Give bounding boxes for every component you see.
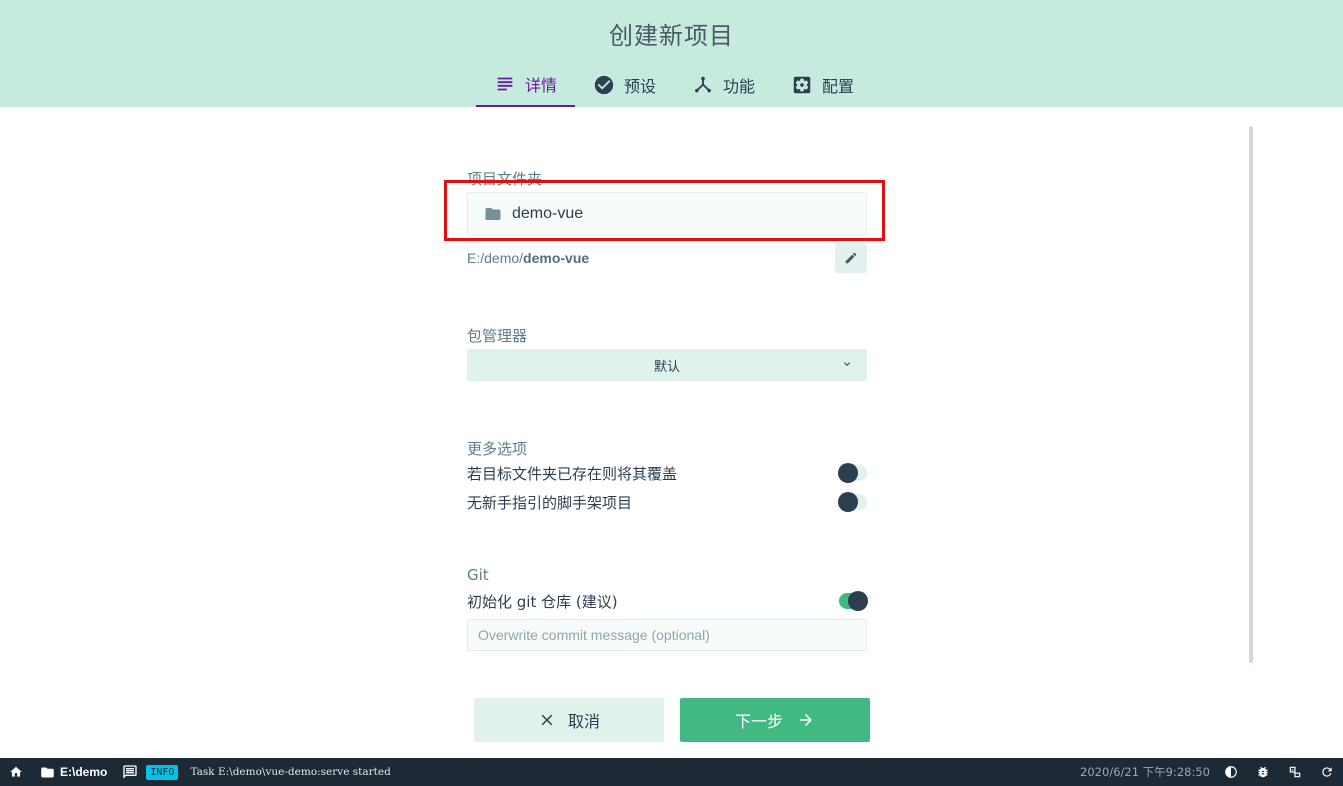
more-options-label: 更多选项 <box>467 440 528 458</box>
next-button[interactable]: 下一步 <box>680 698 870 742</box>
toggle-knob <box>838 492 858 512</box>
status-folder-path: E:\demo <box>60 765 108 779</box>
header: 创建新项目 详情 预设 功能 配置 <box>0 0 1343 107</box>
log-level-badge: INFO <box>146 764 179 780</box>
folder-field[interactable] <box>467 192 867 236</box>
tab-details-label: 详情 <box>525 75 558 95</box>
call-split-icon <box>695 76 712 92</box>
git-init-toggle[interactable] <box>839 591 868 611</box>
tab-presets-label: 预设 <box>624 76 657 96</box>
folder-path-prefix: E:/demo/ <box>467 250 524 266</box>
pencil-icon <box>845 252 857 264</box>
git-section-label: Git <box>467 566 489 584</box>
close-icon <box>541 714 553 726</box>
tab-presets[interactable]: 预设 <box>575 62 674 107</box>
folder-name-input[interactable] <box>512 205 852 223</box>
folder-path-name: demo-vue <box>523 250 590 266</box>
folder-icon <box>41 767 54 777</box>
option-no-guide-row: 无新手指引的脚手架项目 <box>467 490 867 514</box>
cancel-button[interactable]: 取消 <box>474 698 664 742</box>
toggle-knob <box>838 463 858 483</box>
arrow-forward-icon <box>800 714 812 726</box>
status-message[interactable]: Task E:\demo\vue-demo:serve started <box>190 766 390 778</box>
tab-features[interactable]: 功能 <box>674 62 773 107</box>
folder-path: E:/demo/demo-vue <box>467 250 589 266</box>
check-circle-icon <box>594 75 614 94</box>
git-init-label: 初始化 git 仓库 (建议) <box>467 592 618 611</box>
tab-features-label: 功能 <box>723 76 756 96</box>
folder-icon <box>485 208 501 220</box>
tab-config[interactable]: 配置 <box>773 62 872 107</box>
chevron-down-icon <box>844 362 850 366</box>
scrollbar[interactable] <box>1249 126 1253 663</box>
tab-bar: 详情 预设 功能 配置 <box>476 62 872 107</box>
next-button-label: 下一步 <box>734 712 783 731</box>
page-title: 创建新项目 <box>609 22 734 50</box>
status-folder-button[interactable]: E:\demo <box>40 765 107 780</box>
commit-message-input[interactable] <box>467 619 867 651</box>
option-no-guide-toggle[interactable] <box>838 492 867 512</box>
home-icon[interactable] <box>9 765 23 779</box>
status-datetime: 2020/6/21 下午9:28:50 <box>1080 765 1210 779</box>
option-no-guide-label: 无新手指引的脚手架项目 <box>467 493 633 512</box>
translate-icon[interactable] <box>1288 765 1302 779</box>
log-icon[interactable] <box>122 764 138 780</box>
status-right: 2020/6/21 下午9:28:50 <box>1080 758 1343 786</box>
edit-path-button[interactable] <box>835 243 867 273</box>
dark-mode-icon[interactable] <box>1224 765 1238 779</box>
package-manager-label: 包管理器 <box>467 327 528 345</box>
option-overwrite-toggle[interactable] <box>838 463 867 483</box>
refresh-icon[interactable] <box>1320 765 1334 779</box>
package-manager-select[interactable]: 默认 <box>467 349 867 381</box>
package-manager-value: 默认 <box>653 359 680 375</box>
git-init-row: 初始化 git 仓库 (建议) <box>467 589 868 613</box>
option-overwrite-label: 若目标文件夹已存在则将其覆盖 <box>467 464 678 483</box>
tab-details[interactable]: 详情 <box>476 62 576 107</box>
settings-applications-icon <box>793 76 811 93</box>
option-overwrite-row: 若目标文件夹已存在则将其覆盖 <box>467 461 867 485</box>
toggle-knob <box>848 591 868 611</box>
status-bar: E:\demo INFO Task E:\demo\vue-demo:serve… <box>0 758 1343 786</box>
tab-config-label: 配置 <box>822 76 855 96</box>
folder-section-label: 项目文件夹 <box>467 170 543 188</box>
subject-icon <box>497 77 513 90</box>
bug-icon[interactable] <box>1256 765 1270 779</box>
cancel-button-label: 取消 <box>567 712 600 731</box>
